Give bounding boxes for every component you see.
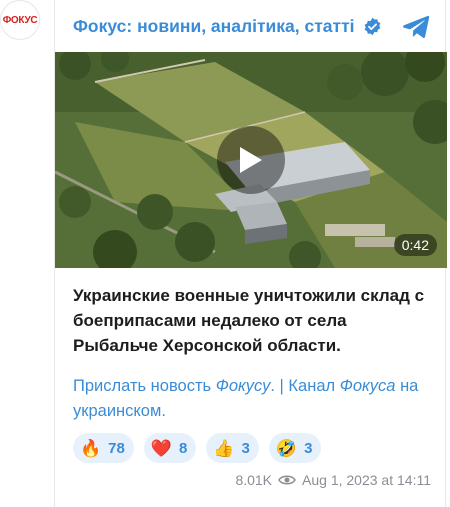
thumbs-up-icon: 👍 [213, 438, 235, 458]
reaction-fire[interactable]: 🔥 78 [73, 433, 134, 463]
channel-avatar[interactable]: ФОКУС [0, 0, 40, 40]
play-button[interactable] [217, 126, 285, 194]
post-footer: 8.01K Aug 1, 2023 at 14:11 [235, 472, 431, 488]
post-header: Фокус: новини, аналітика, статті [55, 0, 445, 52]
laughing-icon: 🤣 [275, 438, 298, 458]
video-thumbnail[interactable]: 0:42 [55, 52, 447, 268]
post-card: Фокус: новини, аналітика, статті 0:42 Ук… [54, 0, 447, 507]
reaction-count: 3 [241, 439, 250, 457]
reaction-laughing[interactable]: 🤣 3 [268, 433, 322, 463]
reaction-thumbs-up[interactable]: 👍 3 [206, 433, 259, 463]
reactions-bar: 🔥 78 ❤️ 8 👍 3 🤣 3 [73, 433, 322, 463]
play-icon [240, 147, 262, 173]
view-count: 8.01K [235, 472, 273, 488]
reaction-count: 78 [108, 439, 125, 457]
reaction-heart[interactable]: ❤️ 8 [143, 433, 197, 463]
heart-icon: ❤️ [150, 438, 173, 458]
avatar-logo-text: ФОКУС [2, 14, 38, 26]
verified-icon [364, 17, 380, 35]
post-date: Aug 1, 2023 at 14:11 [302, 472, 431, 488]
reaction-count: 8 [179, 439, 188, 457]
post-text: Украинские военные уничтожили склад с бо… [73, 286, 425, 355]
video-duration: 0:42 [393, 234, 437, 256]
post-links: Прислать новость Фокусу. | Канал Фокуса … [73, 377, 419, 420]
channel-name[interactable]: Фокус: новини, аналітика, статті [73, 16, 355, 37]
reaction-count: 3 [304, 439, 313, 457]
eye-icon [278, 475, 296, 485]
fire-icon: 🔥 [80, 438, 102, 458]
telegram-icon[interactable] [401, 11, 431, 41]
submit-news-link[interactable]: Прислать новость Фокусу [73, 377, 270, 395]
